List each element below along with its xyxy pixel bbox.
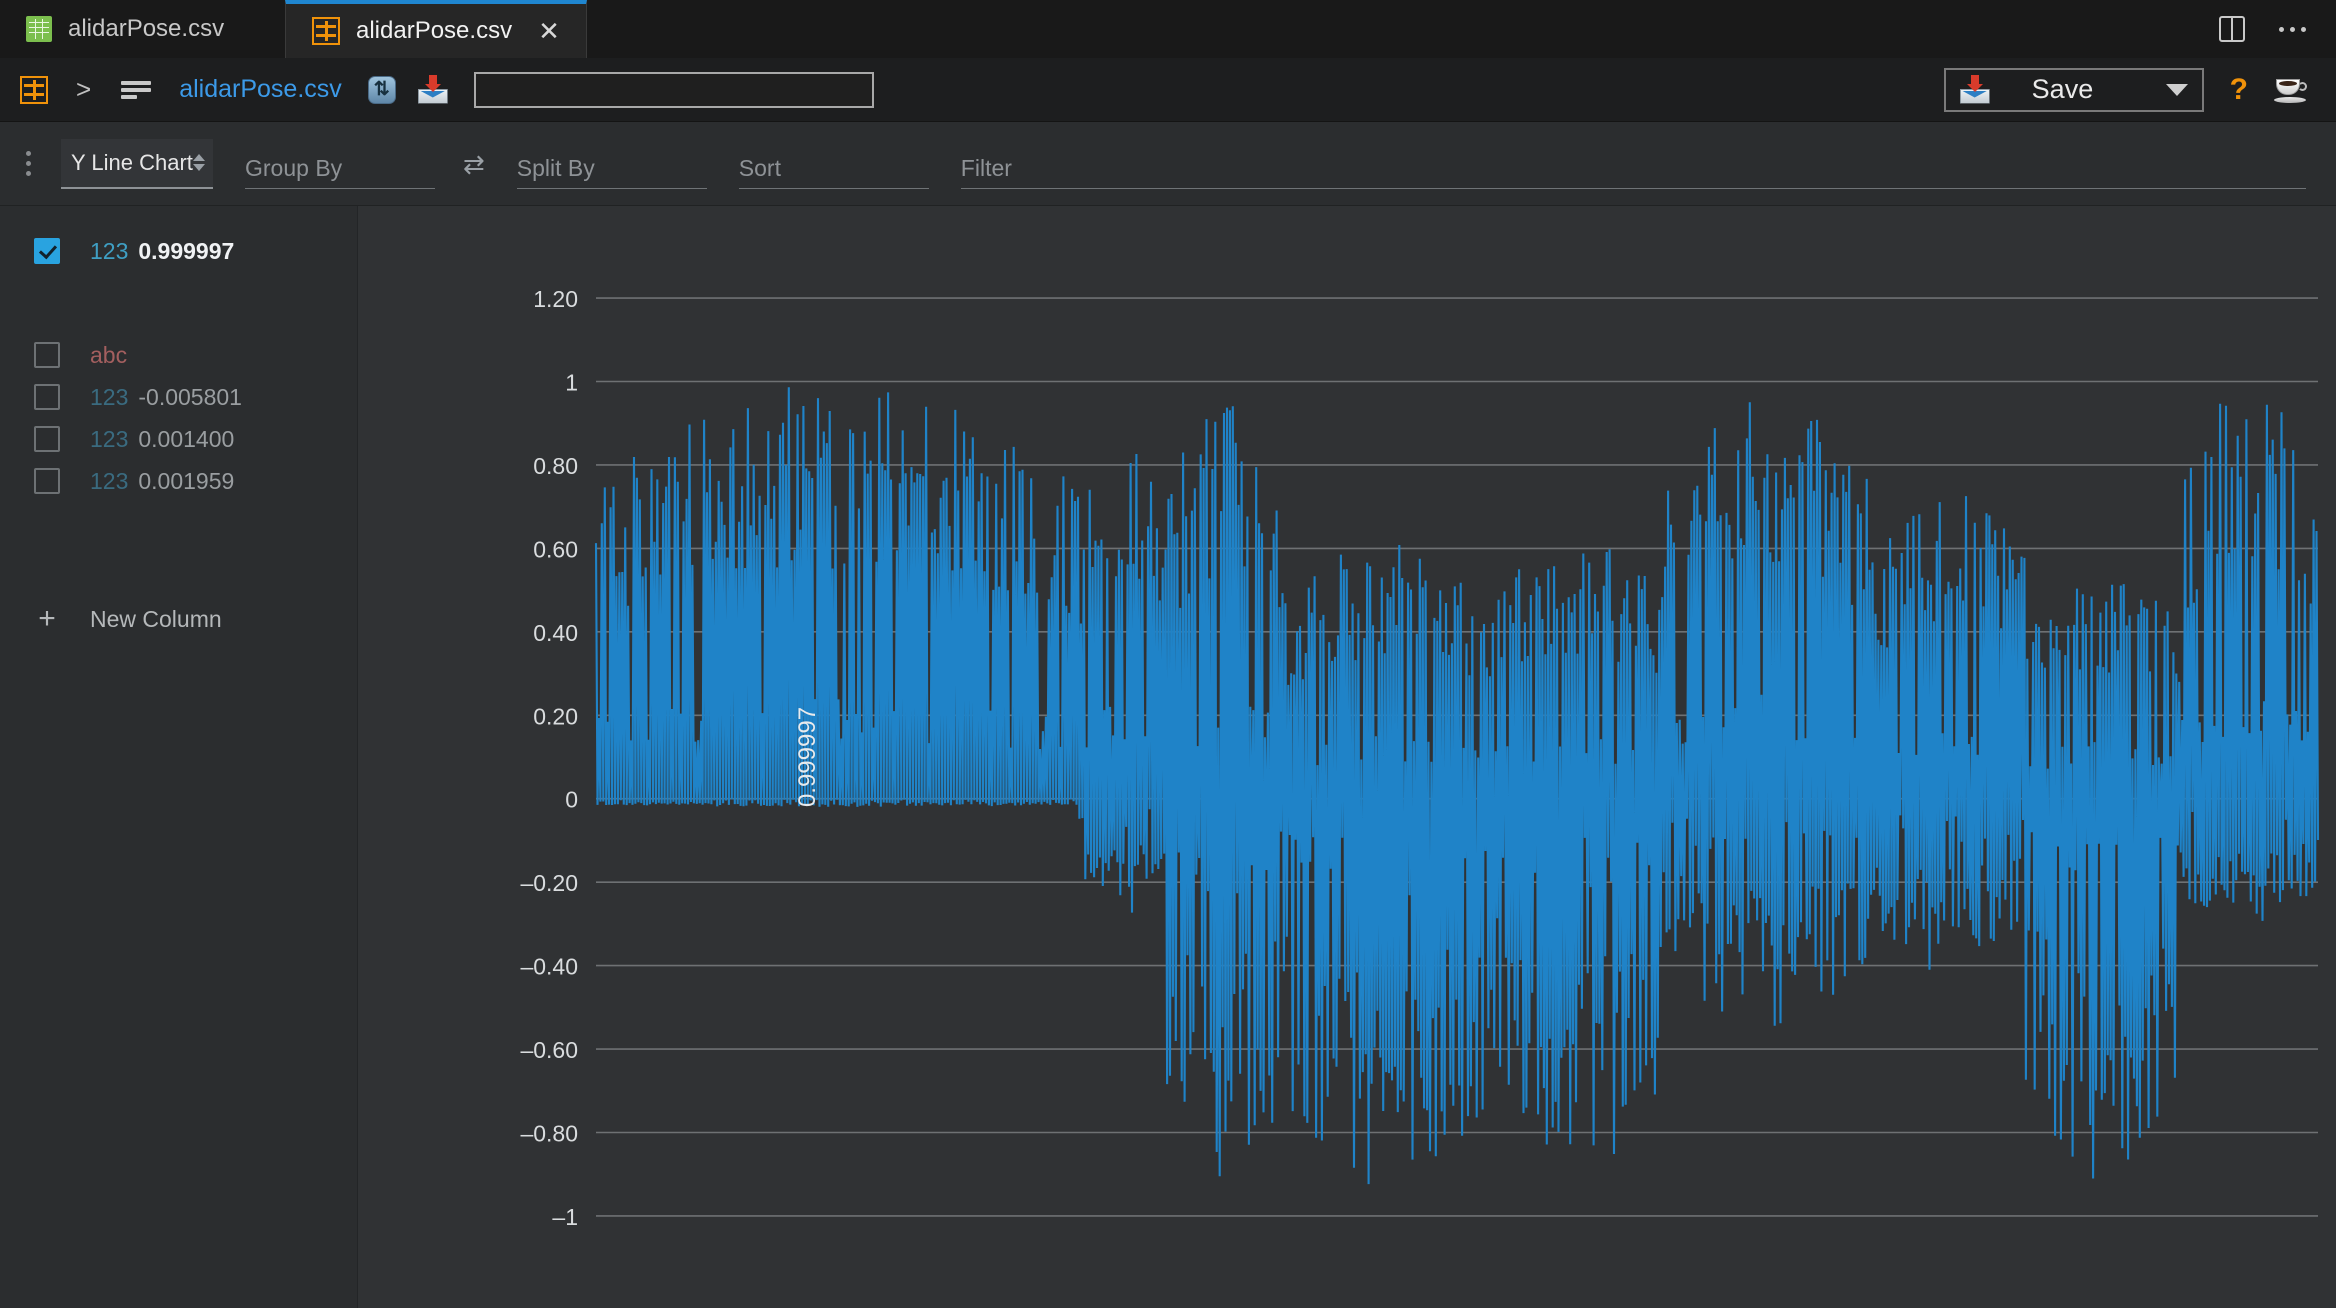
column-value: 0.001400 — [138, 425, 235, 452]
svg-text:–0.60: –0.60 — [520, 1037, 578, 1063]
column-item-2[interactable]: 123 -0.005801 — [0, 376, 357, 418]
search-input[interactable] — [473, 71, 874, 108]
breadcrumb-separator: > — [76, 74, 92, 104]
svg-text:0.40: 0.40 — [533, 620, 578, 646]
chart-type-label: Y Line Chart — [71, 149, 193, 175]
tab-alidarpose-grid[interactable]: alidarPose.csv — [0, 0, 285, 58]
column-value: 0.999997 — [138, 237, 235, 264]
column-item-4[interactable]: 123 0.001959 — [0, 460, 357, 502]
group-by-field[interactable]: Group By — [245, 139, 435, 189]
svg-text:1.20: 1.20 — [533, 286, 578, 312]
svg-text:1: 1 — [565, 370, 578, 396]
svg-text:0.20: 0.20 — [533, 703, 578, 729]
toolbar: > alidarPose.csv ⇅ Save ? — [0, 58, 2336, 122]
main-body: 123 0.999997 abc 123 -0.005801 123 0.001… — [0, 206, 2336, 1308]
column-type-badge: 123 — [90, 425, 129, 452]
breadcrumb-filename[interactable]: alidarPose.csv — [179, 75, 342, 104]
tab-label: alidarPose.csv — [68, 15, 225, 42]
table-icon — [312, 17, 340, 45]
filter-placeholder: Filter — [960, 154, 1012, 181]
tab-label: alidarPose.csv — [356, 17, 513, 44]
svg-text:0.60: 0.60 — [533, 536, 578, 562]
coffee-cup-icon[interactable] — [2274, 77, 2308, 103]
column-value: -0.005801 — [138, 383, 242, 410]
inbox-save-icon — [1959, 74, 1990, 104]
svg-text:–0.80: –0.80 — [520, 1120, 578, 1146]
column-type-badge: 123 — [90, 383, 129, 410]
tab-alidarpose-table[interactable]: alidarPose.csv ✕ — [285, 0, 587, 58]
close-icon[interactable]: ✕ — [538, 18, 560, 44]
split-pane-icon[interactable] — [2219, 16, 2245, 42]
grid-icon — [26, 16, 52, 42]
column-checkbox[interactable] — [34, 468, 60, 494]
svg-text:–1: –1 — [552, 1204, 578, 1230]
column-item-0[interactable]: 123 0.999997 — [0, 230, 357, 272]
group-by-placeholder: Group By — [245, 154, 343, 181]
tab-bar: alidarPose.csv alidarPose.csv ✕ — [0, 0, 2336, 58]
toolbar-right-group: Save ? — [1943, 67, 2308, 112]
split-by-placeholder: Split By — [516, 154, 595, 181]
chart-controls-bar: Y Line Chart Group By ⇄ Split By Sort Fi… — [0, 122, 2336, 206]
column-checkbox[interactable] — [34, 238, 60, 264]
column-checkbox[interactable] — [34, 426, 60, 452]
line-chart: 1.20 1 0.80 0.60 0.40 0.20 0 –0.20 –0.40 –0.60 –0.… — [520, 286, 2320, 1230]
y-axis-title: 0.999997 — [794, 706, 822, 808]
swap-arrows-icon[interactable]: ⇄ — [463, 151, 485, 177]
chart-type-select[interactable]: Y Line Chart — [61, 138, 213, 189]
svg-text:–0.20: –0.20 — [520, 870, 578, 896]
save-button-label: Save — [2031, 74, 2094, 104]
sort-field[interactable]: Sort — [738, 139, 929, 189]
svg-text:0.80: 0.80 — [533, 453, 578, 479]
chevron-down-icon[interactable] — [2165, 83, 2188, 96]
sync-icon[interactable]: ⇅ — [367, 75, 396, 104]
column-type-badge: abc — [90, 341, 128, 368]
inbox-import-icon[interactable] — [417, 74, 448, 104]
split-by-field[interactable]: Split By — [516, 139, 707, 189]
ellipsis-icon[interactable] — [2279, 26, 2306, 32]
column-item-3[interactable]: 123 0.001400 — [0, 418, 357, 460]
rows-icon[interactable] — [121, 79, 152, 101]
sort-placeholder: Sort — [738, 154, 781, 181]
chart-panel[interactable]: 1.20 1 0.80 0.60 0.40 0.20 0 –0.20 –0.40 –0.60 –0.… — [358, 206, 2336, 1308]
column-item-1[interactable]: abc — [0, 334, 357, 376]
filter-field[interactable]: Filter — [960, 139, 2306, 189]
column-checkbox[interactable] — [34, 342, 60, 368]
new-column-label: New Column — [90, 605, 222, 632]
plus-icon: + — [38, 602, 56, 635]
column-value: 0.001959 — [138, 467, 235, 494]
vertical-dots-icon[interactable] — [26, 151, 31, 176]
column-sidebar: 123 0.999997 abc 123 -0.005801 123 0.001… — [0, 206, 358, 1308]
column-type-badge: 123 — [90, 467, 129, 494]
save-button[interactable]: Save — [1943, 67, 2204, 112]
svg-text:0: 0 — [565, 787, 578, 813]
svg-text:–0.40: –0.40 — [520, 954, 578, 980]
table-icon[interactable] — [20, 75, 48, 104]
column-checkbox[interactable] — [34, 384, 60, 410]
column-type-badge: 123 — [90, 237, 129, 264]
window-controls — [2219, 0, 2336, 58]
spinner-arrows-icon[interactable] — [192, 154, 205, 171]
new-column-button[interactable]: + New Column — [0, 598, 357, 640]
help-button[interactable]: ? — [2230, 73, 2248, 107]
